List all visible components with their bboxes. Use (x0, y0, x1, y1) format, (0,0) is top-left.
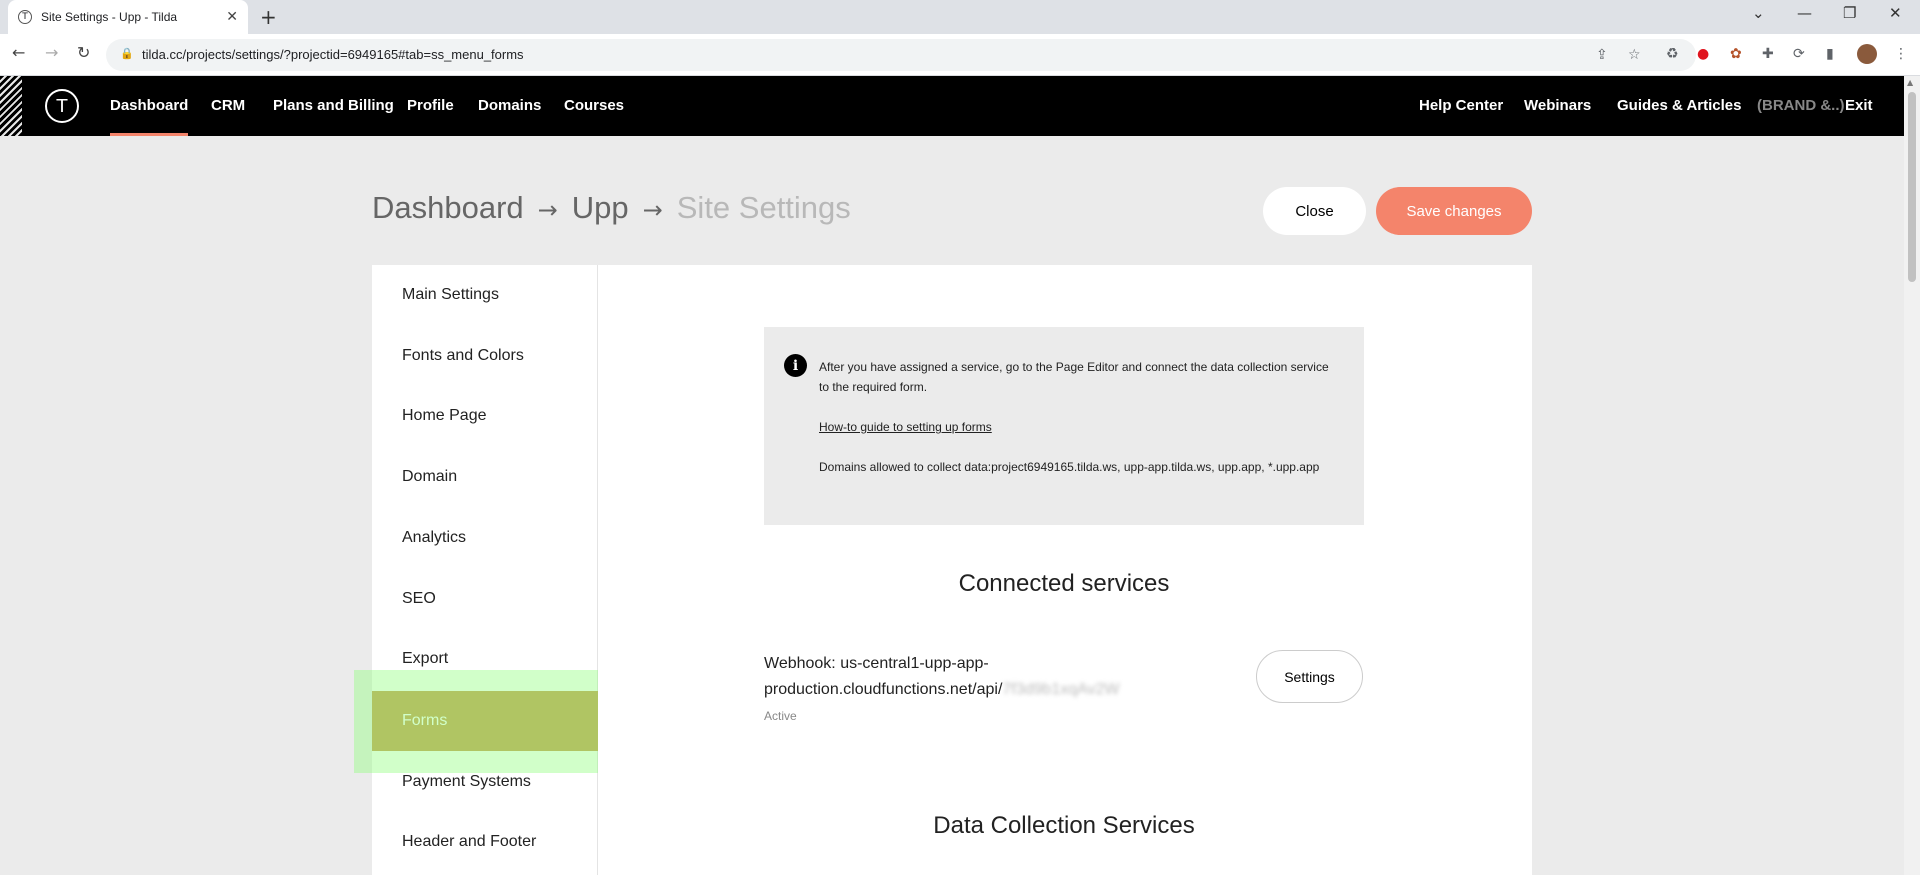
allowed-domains-text: Domains allowed to collect data:project6… (819, 460, 1320, 474)
webhook-url-redacted: 7f3d9b1xqAv2W (1002, 681, 1120, 698)
browser-tab[interactable]: T Site Settings - Upp - Tilda ✕ (8, 0, 248, 34)
save-changes-button[interactable]: Save changes (1376, 187, 1532, 235)
nav-webinars[interactable]: Webinars (1524, 76, 1591, 136)
page-scrollbar[interactable]: ▲ (1904, 76, 1920, 875)
share-icon[interactable]: ⇪ (1596, 47, 1608, 63)
browser-menu-icon[interactable]: ⋮ (1894, 46, 1908, 62)
zigzag-decoration (0, 76, 22, 136)
crumb-arrow-icon: → (642, 196, 663, 224)
selection-highlight (354, 670, 620, 773)
tilda-favicon-icon: T (18, 10, 32, 24)
nav-profile[interactable]: Profile (407, 76, 454, 136)
extensions-puzzle-icon[interactable]: ✚ (1762, 46, 1774, 62)
url-text[interactable]: tilda.cc/projects/settings/?projectid=69… (142, 47, 524, 62)
recycle-extension-icon[interactable]: ♻ (1666, 46, 1679, 62)
crumb-project[interactable]: Upp (572, 190, 629, 225)
crumb-arrow-icon: → (537, 196, 558, 224)
scroll-up-icon[interactable]: ▲ (1907, 78, 1913, 87)
sidebar-item-main-settings[interactable]: Main Settings (372, 265, 598, 325)
tab-title: Site Settings - Upp - Tilda (41, 10, 178, 24)
connected-services-title: Connected services (958, 570, 1170, 597)
sidebar-item-domain[interactable]: Domain (372, 447, 598, 507)
tab-close-icon[interactable]: ✕ (226, 9, 238, 25)
close-button[interactable]: Close (1263, 187, 1366, 235)
nav-courses[interactable]: Courses (564, 76, 624, 136)
new-tab-button[interactable]: + (260, 5, 277, 29)
data-collection-services-title: Data Collection Services (933, 812, 1195, 839)
webhook-url: Webhook: us-central1-upp-app-production.… (764, 655, 1003, 698)
opera-extension-icon[interactable]: ● (1697, 46, 1709, 62)
back-icon[interactable]: ← (12, 43, 25, 62)
nav-dashboard[interactable]: Dashboard (110, 76, 189, 136)
forward-icon[interactable]: → (45, 43, 58, 62)
profile-avatar[interactable] (1857, 44, 1877, 64)
minimize-button[interactable]: — (1797, 4, 1812, 22)
crumb-current: Site Settings (676, 190, 851, 225)
tab-search-icon[interactable]: ⌄ (1752, 4, 1765, 22)
forms-guide-link[interactable]: How-to guide to setting up forms (819, 420, 992, 434)
window-close-button[interactable]: ✕ (1889, 4, 1902, 22)
scrollbar-thumb[interactable] (1908, 92, 1916, 282)
nav-domains[interactable]: Domains (478, 76, 541, 136)
sidebar-item-fonts-colors[interactable]: Fonts and Colors (372, 326, 598, 386)
restore-button[interactable]: ❐ (1843, 4, 1856, 22)
sidebar-item-home-page[interactable]: Home Page (372, 386, 598, 446)
tilda-logo[interactable]: T (45, 89, 79, 123)
address-bar[interactable]: 🔒 tilda.cc/projects/settings/?projectid=… (106, 39, 1696, 71)
nav-plans-billing[interactable]: Plans and Billing (273, 76, 394, 136)
bookmark-star-icon[interactable]: ☆ (1628, 47, 1641, 63)
nav-exit[interactable]: Exit (1845, 76, 1873, 136)
info-text: After you have assigned a service, go to… (819, 360, 1329, 394)
brand-name: (BRAND &..) (1757, 97, 1845, 114)
nav-guides-articles[interactable]: Guides & Articles (1617, 76, 1741, 136)
sync-icon[interactable]: ⟳ (1793, 46, 1805, 62)
service-settings-button[interactable]: Settings (1256, 650, 1363, 703)
settings-sidebar: Main Settings Fonts and Colors Home Page… (372, 265, 598, 875)
nav-crm[interactable]: CRM (211, 76, 245, 136)
side-panel-icon[interactable]: ▮ (1826, 46, 1834, 62)
webhook-service-name: Webhook: us-central1-upp-app-production.… (764, 651, 1194, 703)
sidebar-item-header-footer[interactable]: Header and Footer (372, 812, 598, 872)
sidebar-item-seo[interactable]: SEO (372, 569, 598, 629)
forms-info-box: i After you have assigned a service, go … (764, 327, 1364, 525)
reload-icon[interactable]: ↻ (77, 43, 90, 62)
browser-tabstrip: T Site Settings - Upp - Tilda ✕ + ⌄ — ❐ … (0, 0, 1920, 34)
info-icon: i (784, 354, 807, 377)
service-status: Active (764, 709, 797, 723)
crumb-dashboard[interactable]: Dashboard (372, 190, 524, 225)
lock-icon[interactable]: 🔒 (120, 47, 134, 60)
browser-toolbar: ← → ↻ 🔒 tilda.cc/projects/settings/?proj… (0, 34, 1920, 76)
sidebar-item-analytics[interactable]: Analytics (372, 508, 598, 568)
bug-extension-icon[interactable]: ✿ (1730, 46, 1742, 62)
breadcrumb: Dashboard → Upp → Site Settings (372, 190, 851, 226)
nav-help-center[interactable]: Help Center (1419, 76, 1503, 136)
site-top-nav: T Dashboard CRM Plans and Billing Profil… (0, 76, 1904, 136)
